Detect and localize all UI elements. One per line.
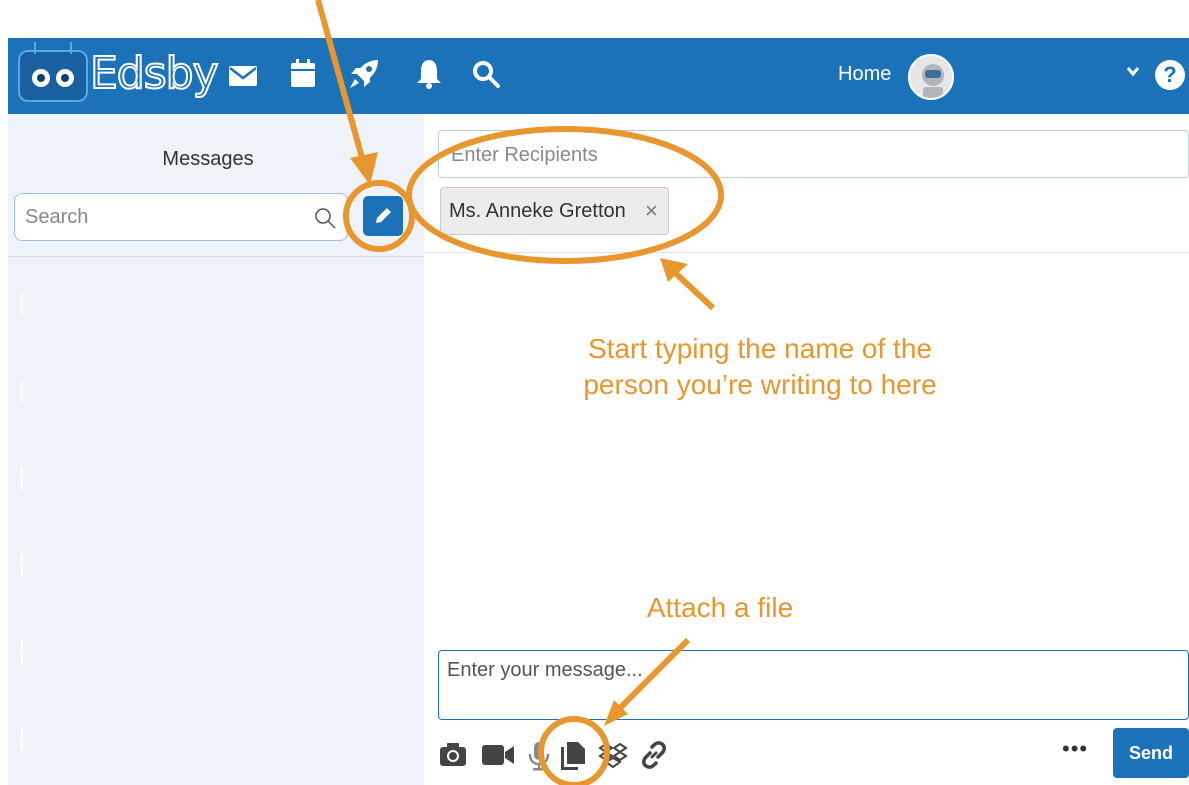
recipients-field bbox=[438, 130, 1189, 178]
chevron-down-icon[interactable] bbox=[1126, 64, 1140, 78]
edsby-logo-icon[interactable] bbox=[18, 42, 88, 102]
attach-hint: Attach a file bbox=[646, 592, 794, 623]
microphone-icon[interactable] bbox=[528, 741, 550, 771]
bell-icon[interactable] bbox=[416, 58, 442, 90]
search-icon[interactable] bbox=[313, 206, 337, 230]
search-box bbox=[14, 193, 348, 241]
list-item[interactable] bbox=[20, 727, 26, 751]
list-item[interactable] bbox=[20, 466, 26, 490]
list-item[interactable] bbox=[20, 379, 26, 403]
dropbox-icon[interactable] bbox=[598, 743, 628, 769]
remove-recipient-icon[interactable]: × bbox=[645, 198, 658, 224]
app-name: Edsby bbox=[89, 47, 220, 100]
recipient-hint-line-2: person you’re writing to here bbox=[583, 369, 937, 400]
camera-icon[interactable] bbox=[439, 741, 467, 767]
list-item[interactable] bbox=[20, 640, 26, 664]
top-nav-bar: Edsby Home ? bbox=[8, 38, 1189, 114]
list-item[interactable] bbox=[20, 292, 26, 316]
search-icon[interactable] bbox=[472, 60, 500, 88]
send-button[interactable]: Send bbox=[1113, 728, 1189, 778]
divider bbox=[8, 256, 424, 257]
file-icon[interactable] bbox=[560, 741, 586, 771]
recipients-input[interactable] bbox=[451, 141, 1051, 169]
search-input[interactable] bbox=[25, 202, 295, 232]
avatar[interactable] bbox=[908, 54, 954, 100]
home-link[interactable]: Home bbox=[838, 63, 891, 86]
video-icon[interactable] bbox=[481, 744, 515, 766]
compose-button[interactable] bbox=[363, 196, 403, 236]
recipient-hint-line-1: Start typing the name of the bbox=[588, 333, 932, 364]
message-input[interactable] bbox=[447, 659, 1167, 709]
divider bbox=[424, 252, 1189, 253]
recipient-name: Ms. Anneke Gretton bbox=[449, 200, 626, 222]
pencil-icon bbox=[376, 208, 391, 223]
recipient-chip: Ms. Anneke Gretton × bbox=[440, 187, 669, 235]
messages-sidebar: Messages bbox=[8, 114, 424, 785]
mail-icon[interactable] bbox=[228, 64, 258, 88]
recipients-arrow bbox=[660, 258, 716, 311]
robot-avatar-icon bbox=[922, 64, 944, 98]
rocket-icon[interactable] bbox=[348, 58, 380, 90]
link-icon[interactable] bbox=[640, 741, 668, 769]
calendar-icon[interactable] bbox=[290, 58, 316, 88]
list-item[interactable] bbox=[20, 553, 26, 577]
more-options-button[interactable]: ••• bbox=[1062, 736, 1088, 762]
page-title: Messages bbox=[162, 148, 254, 170]
message-field bbox=[438, 650, 1189, 720]
help-icon[interactable]: ? bbox=[1155, 60, 1185, 90]
